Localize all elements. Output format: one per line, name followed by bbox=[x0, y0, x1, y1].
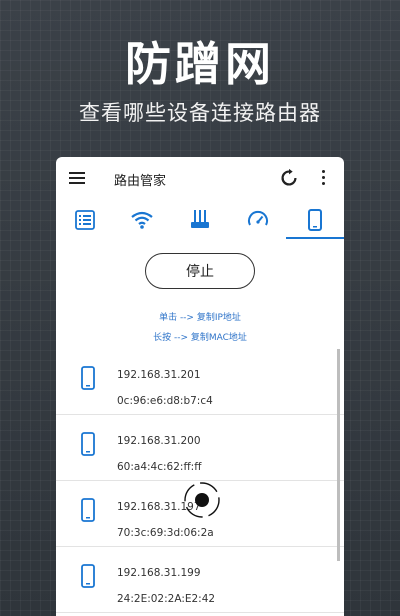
tab-wifi[interactable] bbox=[114, 199, 172, 241]
phone-icon bbox=[308, 209, 323, 231]
tab-speed[interactable] bbox=[229, 199, 287, 241]
tab-list[interactable] bbox=[56, 199, 114, 241]
phone-icon bbox=[81, 498, 95, 522]
device-mac: 24:2E:02:2A:E2:42 bbox=[117, 593, 216, 605]
tap-hint: 单击 --> 复制IP地址 bbox=[159, 313, 241, 323]
list-icon bbox=[74, 210, 95, 230]
tab-devices[interactable] bbox=[286, 199, 344, 241]
list-item[interactable]: 192.168.31.200 60:a4:4c:62:ff:ff bbox=[56, 415, 344, 481]
router-icon bbox=[190, 210, 209, 228]
promo-subtitle: 查看哪些设备连接路由器 bbox=[79, 101, 321, 125]
device-mac: 0c:96:e6:d8:b7:c4 bbox=[117, 395, 213, 407]
refresh-icon[interactable] bbox=[278, 167, 300, 189]
app-title: 路由管家 bbox=[114, 174, 167, 189]
menu-icon[interactable] bbox=[69, 172, 85, 184]
app-bar: 路由管家 bbox=[56, 157, 344, 199]
touch-indicator-icon bbox=[184, 482, 220, 518]
more-vert-icon[interactable] bbox=[321, 170, 327, 186]
device-ip: 192.168.31.200 bbox=[117, 435, 201, 447]
tab-router[interactable] bbox=[171, 199, 229, 241]
phone-icon bbox=[81, 564, 95, 588]
tab-bar bbox=[56, 199, 344, 241]
app-screen: 路由管家 停止 单击 --> 复制IP地址 长按 --> 复制MAC地址 192… bbox=[56, 157, 344, 616]
promo-title: 防蹭网 bbox=[125, 37, 275, 91]
wifi-icon bbox=[131, 211, 154, 229]
scrollbar[interactable] bbox=[337, 349, 340, 561]
phone-icon bbox=[81, 366, 95, 390]
device-ip: 192.168.31.199 bbox=[117, 567, 201, 579]
list-item[interactable]: 192.168.31.199 24:2E:02:2A:E2:42 bbox=[56, 547, 344, 613]
tab-indicator bbox=[286, 237, 344, 239]
device-mac: 70:3c:69:3d:06:2a bbox=[117, 527, 214, 539]
long-press-hint: 长按 --> 复制MAC地址 bbox=[153, 333, 247, 343]
device-mac: 60:a4:4c:62:ff:ff bbox=[117, 461, 202, 473]
phone-icon bbox=[81, 432, 95, 456]
device-ip: 192.168.31.201 bbox=[117, 369, 201, 381]
list-item[interactable]: 192.168.31.201 0c:96:e6:d8:b7:c4 bbox=[56, 349, 344, 415]
stop-button[interactable]: 停止 bbox=[145, 253, 255, 289]
speedometer-icon bbox=[247, 210, 268, 226]
